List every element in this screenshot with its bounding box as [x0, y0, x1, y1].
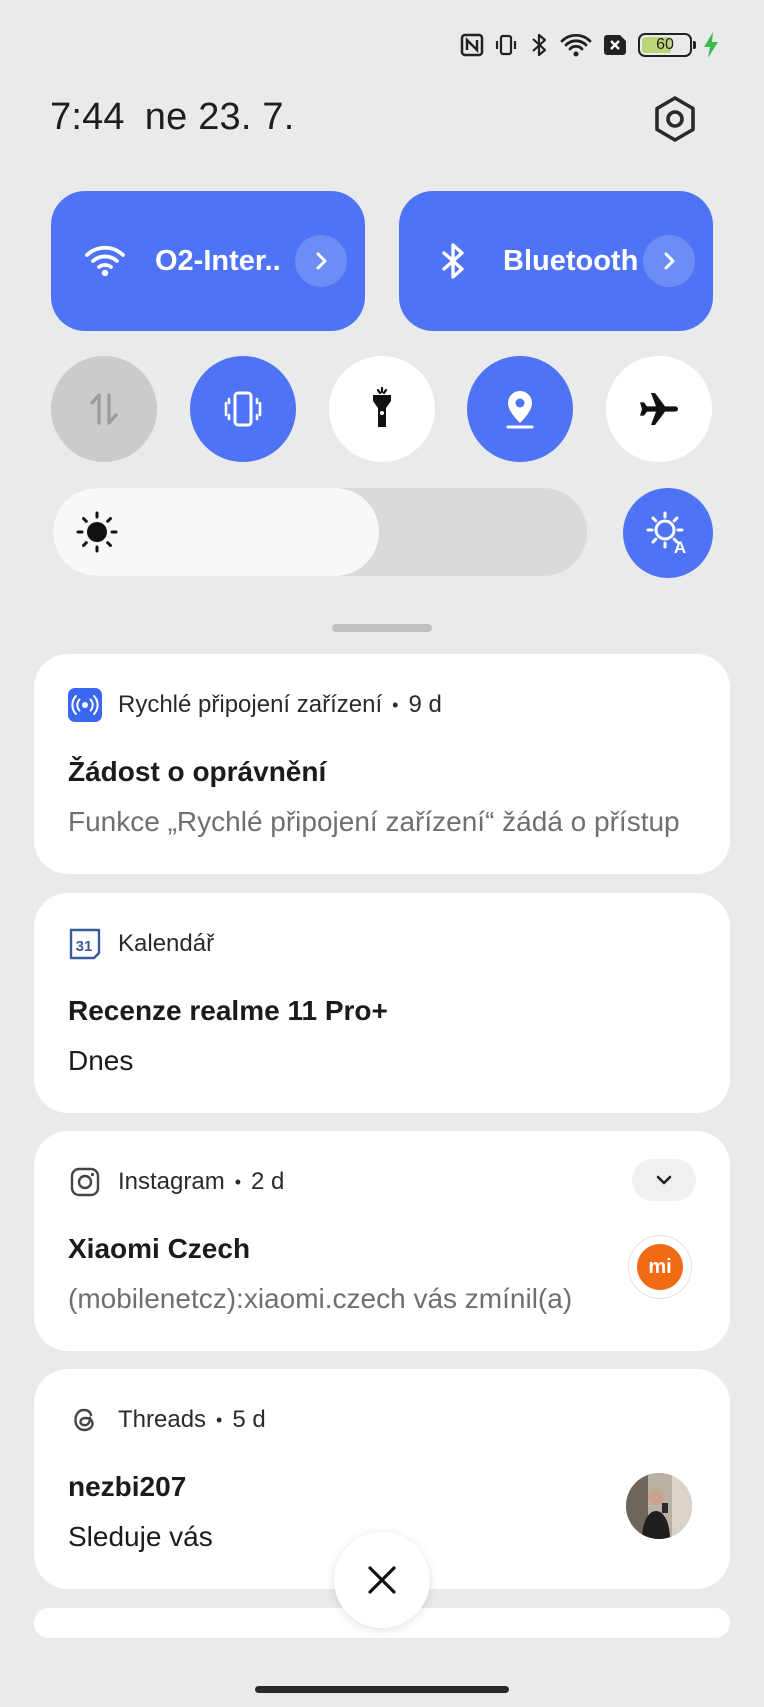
auto-brightness-icon: A [646, 511, 686, 557]
calendar-icon: 31 [68, 927, 102, 961]
quick-connect-app-icon [68, 688, 102, 722]
date: ne 23. 7. [144, 96, 295, 138]
bluetooth-icon [442, 243, 464, 279]
notification-body: Funkce „Rychlé připojení zařízení“ žádá … [68, 806, 680, 837]
xiaomi-logo-thumbnail: mi [628, 1235, 692, 1299]
panel-drag-handle[interactable] [332, 624, 432, 632]
notification-age: 2 d [251, 1168, 285, 1195]
notification-header: 31 Kalendář [68, 927, 214, 961]
wifi-details-button[interactable] [295, 235, 347, 287]
threads-icon [68, 1403, 102, 1437]
notification-header: Instagram • 2 d [68, 1165, 284, 1199]
airplane-mode-toggle[interactable] [606, 356, 712, 462]
mobile-data-toggle[interactable] [51, 356, 157, 462]
vibrate-toggle[interactable] [190, 356, 296, 462]
notification-header: Threads • 5 d [68, 1403, 266, 1437]
sun-icon [76, 511, 118, 553]
sim-missing-icon [604, 35, 626, 55]
chevron-right-icon [316, 252, 327, 270]
clear-all-notifications-button[interactable] [334, 1532, 430, 1628]
wifi-icon [560, 33, 592, 57]
notification-title: Žádost o oprávnění [68, 756, 327, 787]
notification-title: Recenze realme 11 Pro+ [68, 995, 388, 1026]
vibrate-icon [495, 34, 517, 56]
expand-notification-button[interactable] [632, 1159, 696, 1201]
notification-title: nezbi207 [68, 1471, 187, 1502]
notification-quick-device-connect[interactable]: Rychlé připojení zařízení • 9 d Žádost o… [34, 654, 730, 874]
notification-app-name: Kalendář [118, 930, 215, 957]
instagram-icon [68, 1165, 102, 1199]
location-toggle[interactable] [467, 356, 573, 462]
location-pin-icon [506, 391, 534, 429]
notification-title: Xiaomi Czech [68, 1233, 251, 1264]
notification-age: 5 d [232, 1406, 266, 1433]
wifi-tile[interactable]: O2-Inter.. [51, 191, 365, 331]
vibrate-icon [224, 391, 262, 427]
avatar [626, 1473, 692, 1539]
date-time: 7:44 ne 23. 7. [50, 96, 294, 139]
wifi-icon [85, 245, 125, 277]
brightness-slider[interactable] [53, 488, 587, 576]
svg-text:A: A [674, 538, 686, 557]
notification-app-name: Instagram [118, 1168, 225, 1195]
bluetooth-icon [532, 33, 547, 57]
bluetooth-tile-label: Bluetooth [503, 244, 639, 277]
status-bar: 60 [460, 28, 720, 62]
gesture-navigation-bar[interactable] [255, 1686, 509, 1693]
bluetooth-details-button[interactable] [643, 235, 695, 287]
notification-calendar[interactable]: 31 Kalendář Recenze realme 11 Pro+ Dnes [34, 893, 730, 1113]
auto-brightness-toggle[interactable]: A [623, 488, 713, 578]
mobile-data-icon [90, 393, 118, 425]
settings-button[interactable] [650, 94, 700, 144]
close-icon [368, 1566, 396, 1594]
wifi-tile-label: O2-Inter.. [155, 244, 281, 277]
chevron-down-icon [656, 1175, 672, 1185]
chevron-right-icon [664, 252, 675, 270]
notification-app-name: Rychlé připojení zařízení [118, 691, 383, 718]
notification-age: 9 d [408, 691, 442, 718]
notification-body: (mobilenetcz):xiaomi.czech vás zmínil(a) [68, 1283, 573, 1314]
airplane-icon [640, 393, 678, 425]
notification-body: Dnes [68, 1045, 134, 1076]
bluetooth-tile[interactable]: Bluetooth [399, 191, 713, 331]
notification-instagram[interactable]: Instagram • 2 d Xiaomi Czech (mobilenetc… [34, 1131, 730, 1351]
notification-header: Rychlé připojení zařízení • 9 d [68, 688, 442, 722]
nfc-icon [460, 33, 484, 57]
notification-body: Sleduje vás [68, 1521, 213, 1552]
svg-text:31: 31 [76, 938, 93, 955]
gear-icon [655, 96, 695, 142]
battery-icon: 60 [638, 33, 696, 57]
clock: 7:44 [50, 96, 125, 138]
flashlight-toggle[interactable] [329, 356, 435, 462]
flashlight-icon [373, 387, 391, 427]
notification-app-name: Threads [118, 1406, 207, 1433]
charging-icon [704, 32, 718, 58]
